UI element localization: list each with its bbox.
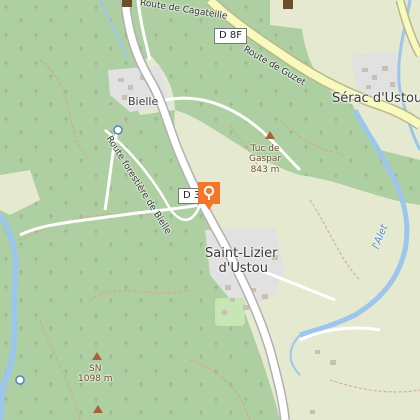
serac-label: Sérac d'Ustou — [332, 91, 420, 106]
water-poi-icon — [15, 375, 25, 385]
map-view[interactable]: Bielle Sérac d'Ustou Saint-Lizier d'Usto… — [0, 0, 420, 420]
tuc-name-line1: Tuc de — [250, 144, 280, 154]
saint-lizier-label: Saint-Lizier d'Ustou — [205, 246, 278, 277]
bielle-water-poi-icon — [113, 125, 123, 135]
sn-label: SN 1098 m — [78, 364, 113, 385]
tuc-de-gaspar-label: Tuc de Gaspar 843 m — [249, 144, 281, 175]
castle-icon — [283, 0, 293, 9]
bielle-label: Bielle — [128, 95, 159, 108]
tuc-name-line2: Gaspar — [249, 154, 282, 165]
sn-name: SN — [89, 364, 102, 374]
saint-lizier-label-line1: Saint-Lizier — [205, 246, 278, 261]
tuc-elevation: 843 m — [250, 164, 280, 175]
d8f-shield: D 8F — [214, 28, 247, 44]
monument-icon — [122, 0, 132, 7]
saint-lizier-label-line2: d'Ustou — [218, 260, 268, 276]
sn-elevation: 1098 m — [78, 374, 113, 385]
location-pin-icon[interactable] — [196, 180, 222, 212]
